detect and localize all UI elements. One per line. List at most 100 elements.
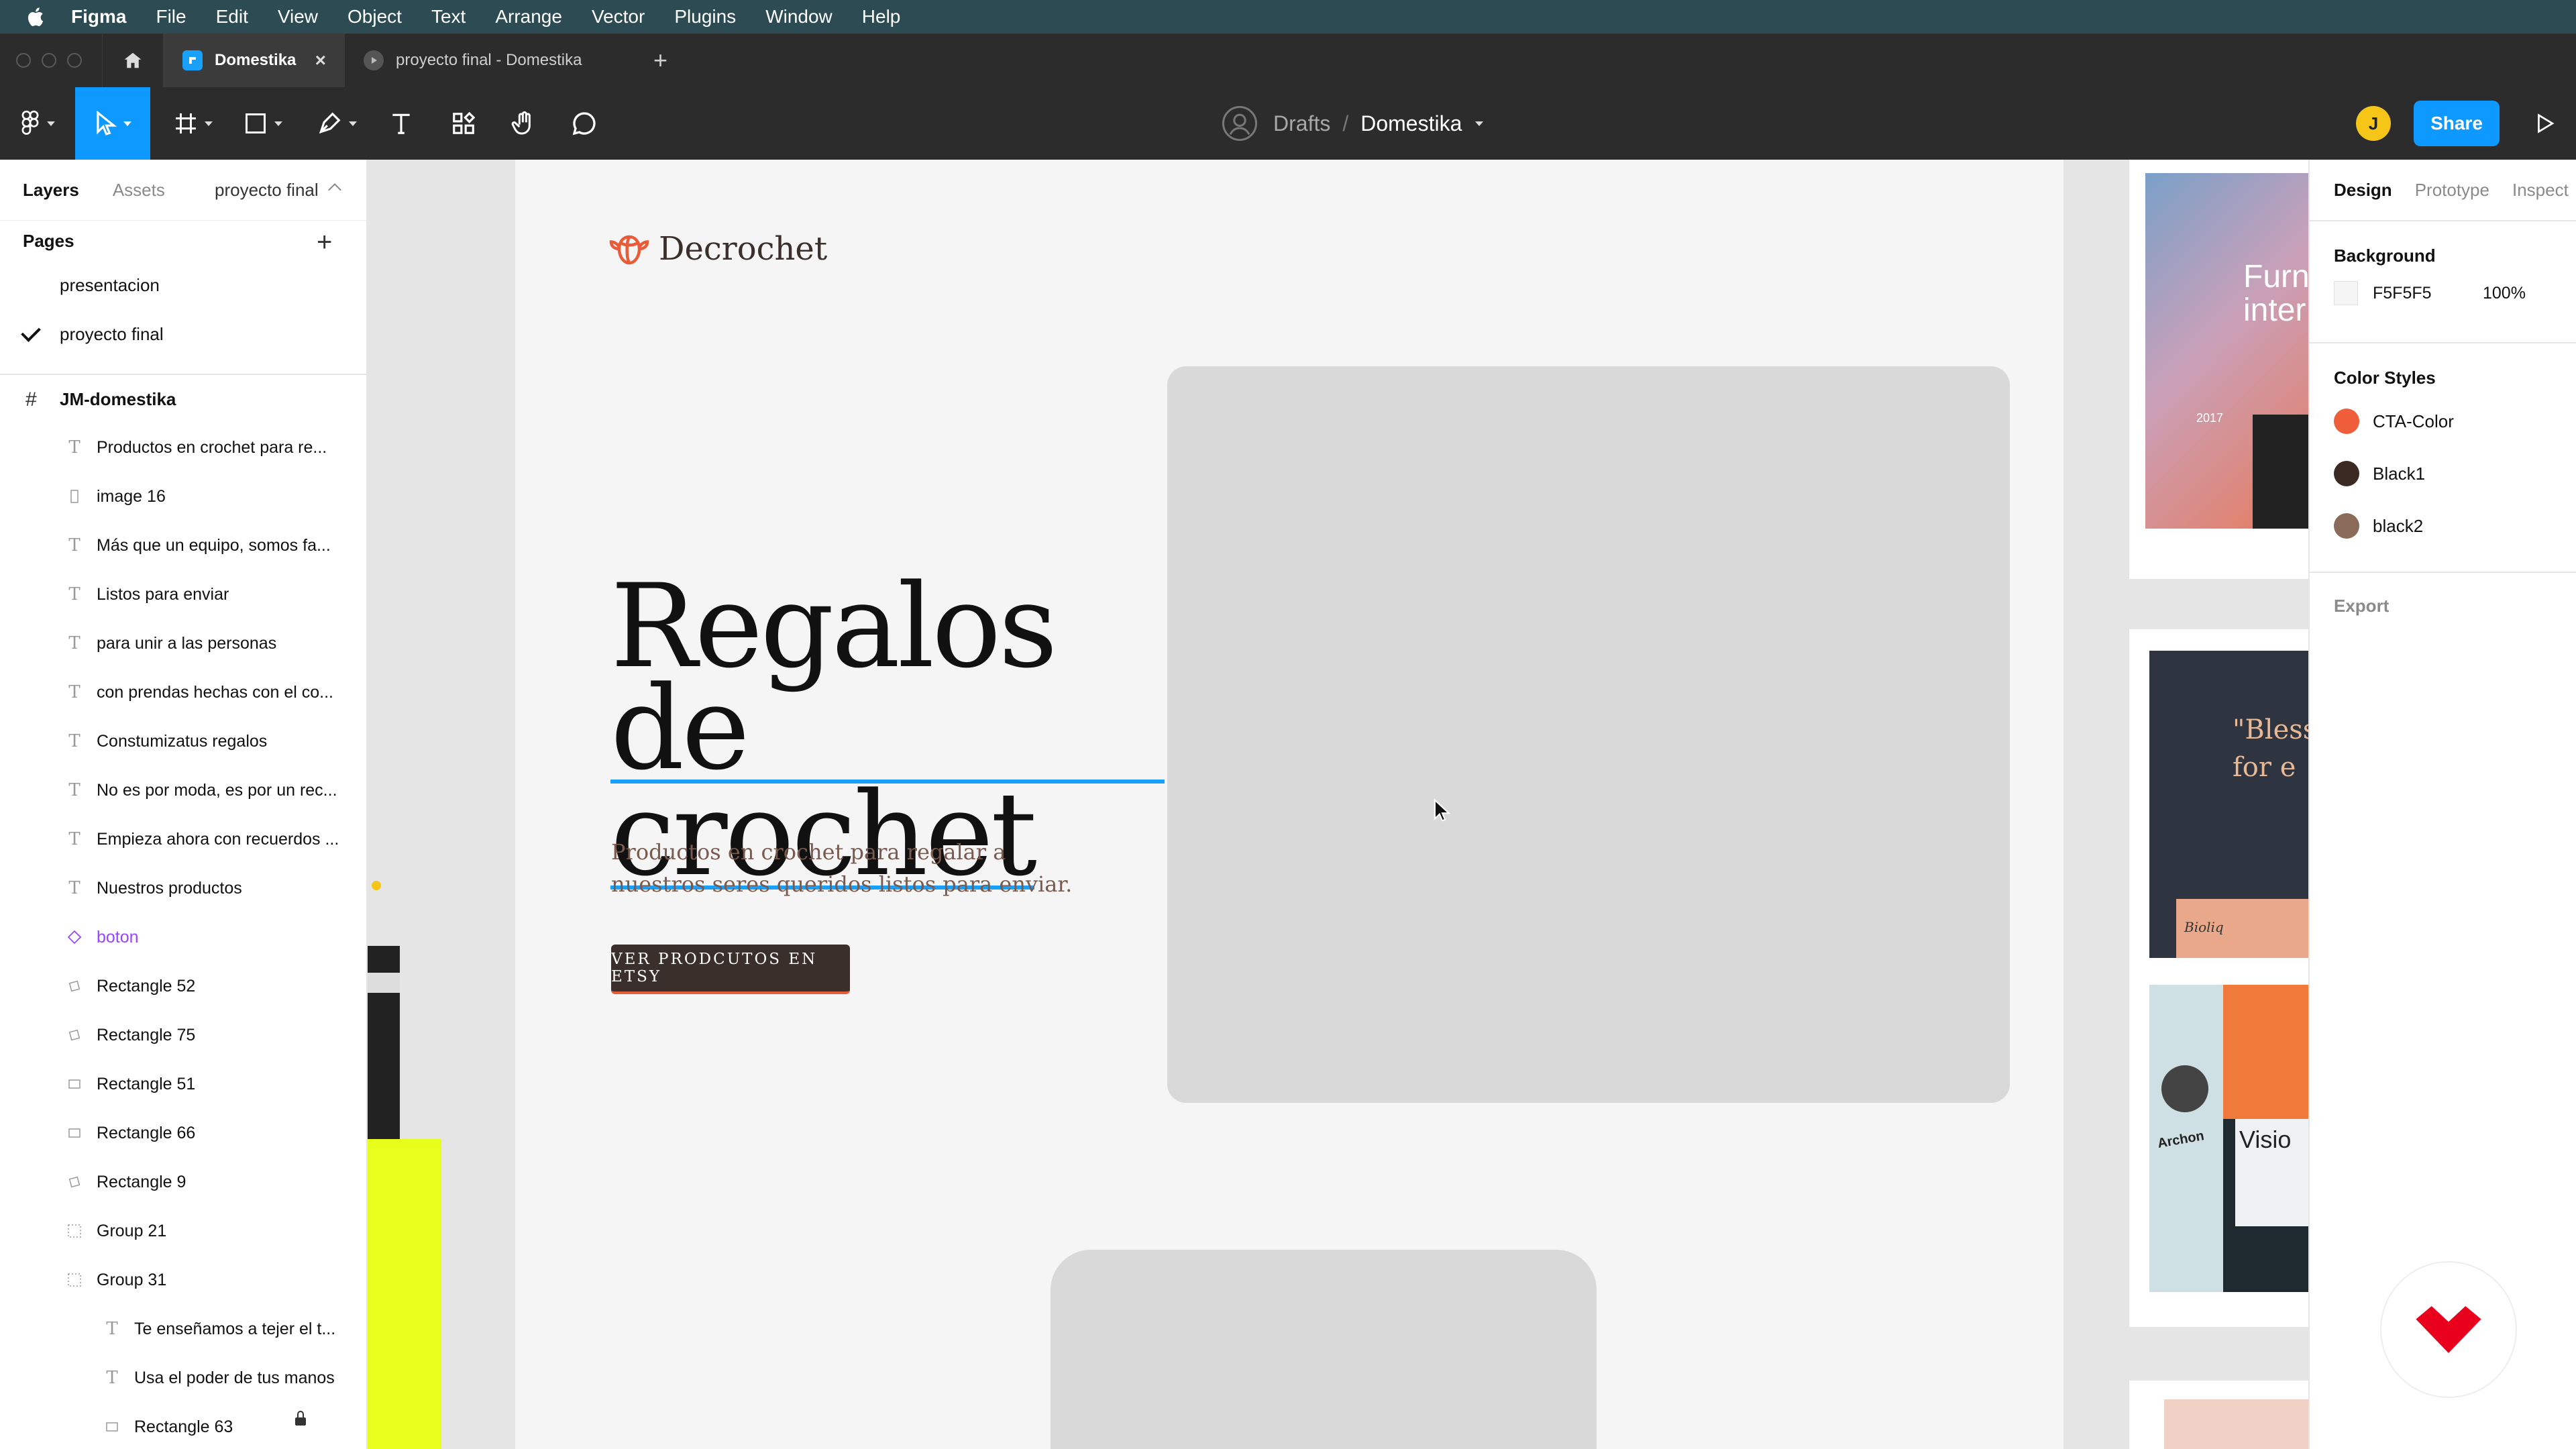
tab-prototype[interactable]: Prototype xyxy=(2415,180,2489,201)
frame-tool[interactable] xyxy=(168,87,219,160)
layer-row[interactable]: Rectangle 66 xyxy=(0,1109,366,1158)
group-icon xyxy=(64,1221,85,1241)
layer-row[interactable]: T Productos en crochet para re... xyxy=(0,423,366,472)
hand-tool[interactable] xyxy=(500,87,547,160)
lock-icon[interactable] xyxy=(295,1411,306,1426)
home-button[interactable] xyxy=(102,34,164,87)
background-hex[interactable]: F5F5F5 xyxy=(2373,284,2432,303)
tab-proyecto-final[interactable]: proyecto final - Domestika xyxy=(345,34,640,87)
present-button[interactable] xyxy=(2529,107,2561,140)
tab-inspect[interactable]: Inspect xyxy=(2512,180,2569,201)
layer-row[interactable]: T Más que un equipo, somos fa... xyxy=(0,521,366,570)
color-style-label: Black1 xyxy=(2373,463,2426,484)
minimize-window-button[interactable] xyxy=(42,53,56,68)
current-page-selector[interactable]: proyecto final xyxy=(215,180,319,201)
export-section[interactable]: Export xyxy=(2310,572,2576,653)
menu-file[interactable]: File xyxy=(156,6,186,28)
menu-arrange[interactable]: Arrange xyxy=(495,6,562,28)
zoom-window-button[interactable] xyxy=(67,53,82,68)
layer-row[interactable]: boton xyxy=(0,913,366,962)
menu-vector[interactable]: Vector xyxy=(592,6,645,28)
layer-frame-jm-domestika[interactable]: # JM-domestika xyxy=(0,375,366,423)
layer-row[interactable]: Tpara unir a las personas xyxy=(0,619,366,668)
inspiration-frame-3[interactable] xyxy=(2129,1381,2308,1449)
layer-row[interactable]: T Nuestros productos xyxy=(0,864,366,913)
color-style-black2[interactable]: black2 xyxy=(2334,500,2576,552)
layer-row[interactable]: T Constumizatus regalos xyxy=(0,717,366,766)
hero-image-placeholder[interactable] xyxy=(1167,366,2010,1103)
page-item-presentacion[interactable]: presentacion xyxy=(0,261,366,310)
user-avatar[interactable]: J xyxy=(2356,106,2391,141)
shape-tool[interactable] xyxy=(236,87,290,160)
color-swatch xyxy=(2334,461,2359,486)
inspiration-thumb-bioliq: "Bless for e Bioliq xyxy=(2149,651,2308,958)
add-page-button[interactable]: + xyxy=(317,227,332,258)
color-styles-section: Color Styles CTA-Color Black1 black2 xyxy=(2310,342,2576,572)
background-swatch[interactable] xyxy=(2334,281,2358,305)
move-tool[interactable] xyxy=(75,87,150,160)
layer-row[interactable]: Rectangle 75 xyxy=(0,1011,366,1060)
menu-edit[interactable]: Edit xyxy=(216,6,248,28)
share-button[interactable]: Share xyxy=(2414,101,2500,146)
layer-row[interactable]: T Usa el poder de tus manos xyxy=(0,1354,366,1403)
new-tab-button[interactable]: + xyxy=(653,46,667,74)
pages-title: Pages xyxy=(23,230,74,251)
text-icon: T xyxy=(68,437,80,458)
layer-row[interactable]: image 16 xyxy=(0,472,366,521)
inspiration-frame-2[interactable]: "Bless for e Bioliq Archon Visio xyxy=(2129,629,2308,1327)
breadcrumb-file-name[interactable]: Domestika xyxy=(1360,111,1462,136)
layer-row[interactable]: T Te enseñamos a tejer el t... xyxy=(0,1305,366,1354)
hero-subtitle[interactable]: Productos en crochet para regalar a nues… xyxy=(611,836,1094,900)
color-style-black1[interactable]: Black1 xyxy=(2334,447,2576,500)
apple-logo-icon[interactable] xyxy=(25,6,44,28)
tab-assets[interactable]: Assets xyxy=(113,180,165,201)
layer-row[interactable]: Tcon prendas hechas con el co... xyxy=(0,668,366,717)
breadcrumb-drafts[interactable]: Drafts xyxy=(1273,111,1330,136)
layer-row[interactable]: Group 21 xyxy=(0,1207,366,1256)
layer-list: T Productos en crochet para re... image 16… xyxy=(0,423,366,1449)
cta-button-etsy[interactable]: VER PRODCUTOS EN ETSY xyxy=(611,945,850,994)
layer-row[interactable]: Rectangle 52 xyxy=(0,962,366,1011)
layer-row[interactable]: Rectangle 9 xyxy=(0,1158,366,1207)
menu-window[interactable]: Window xyxy=(765,6,833,28)
menu-plugins[interactable]: Plugins xyxy=(674,6,736,28)
comment-tool[interactable] xyxy=(561,87,608,160)
decrochet-logo[interactable]: Decrochet xyxy=(609,230,827,268)
layer-row[interactable]: Rectangle 51 xyxy=(0,1060,366,1109)
background-opacity[interactable]: 100% xyxy=(2483,284,2526,303)
menu-view[interactable]: View xyxy=(278,6,318,28)
design-canvas[interactable]: Decrochet Regalos de crochet Productos e… xyxy=(368,160,2308,1449)
menu-help[interactable]: Help xyxy=(862,6,901,28)
page-item-proyecto-final[interactable]: proyecto final xyxy=(0,310,366,359)
layer-row[interactable]: T No es por moda, es por un rec... xyxy=(0,766,366,815)
color-style-label: black2 xyxy=(2373,515,2424,536)
close-window-button[interactable] xyxy=(16,53,31,68)
menu-text[interactable]: Text xyxy=(431,6,466,28)
resources-tool[interactable] xyxy=(440,87,487,160)
frame-jm-domestika[interactable]: Decrochet Regalos de crochet Productos e… xyxy=(515,160,2063,1449)
design-panel: Design Prototype Inspect Background F5F5… xyxy=(2308,160,2576,1449)
thumb-word-visio: Visio xyxy=(2239,1126,2292,1153)
text-tool[interactable] xyxy=(380,87,423,160)
product-image-placeholder[interactable] xyxy=(1051,1250,1597,1449)
tab-design[interactable]: Design xyxy=(2334,180,2392,201)
menu-figma[interactable]: Figma xyxy=(71,6,126,28)
chevron-up-icon[interactable] xyxy=(328,183,341,197)
menu-object[interactable]: Object xyxy=(347,6,402,28)
main-menu-button[interactable] xyxy=(12,87,63,160)
close-tab-icon[interactable]: × xyxy=(315,50,326,71)
color-style-cta[interactable]: CTA-Color xyxy=(2334,395,2576,447)
tab-domestika[interactable]: Domestika × xyxy=(164,34,345,87)
chevron-down-icon[interactable] xyxy=(1475,121,1484,126)
layer-row[interactable]: Rectangle 63 xyxy=(0,1403,366,1449)
pen-tool[interactable] xyxy=(310,87,364,160)
frame-hash-icon xyxy=(176,113,196,133)
tab-layers[interactable]: Layers xyxy=(23,180,79,201)
layer-row[interactable]: T Empieza ahora con recuerdos ... xyxy=(0,815,366,864)
layer-row[interactable]: T Listos para enviar xyxy=(0,570,366,619)
layer-row[interactable]: Group 31 xyxy=(0,1256,366,1305)
inspiration-frame-1[interactable]: Furn inter 2017 xyxy=(2129,160,2308,579)
layer-label: Te enseñamos a tejer el t... xyxy=(134,1320,336,1338)
background-fill-row[interactable]: F5F5F5 100% xyxy=(2334,266,2576,320)
thumb-avatar xyxy=(2161,1065,2208,1112)
